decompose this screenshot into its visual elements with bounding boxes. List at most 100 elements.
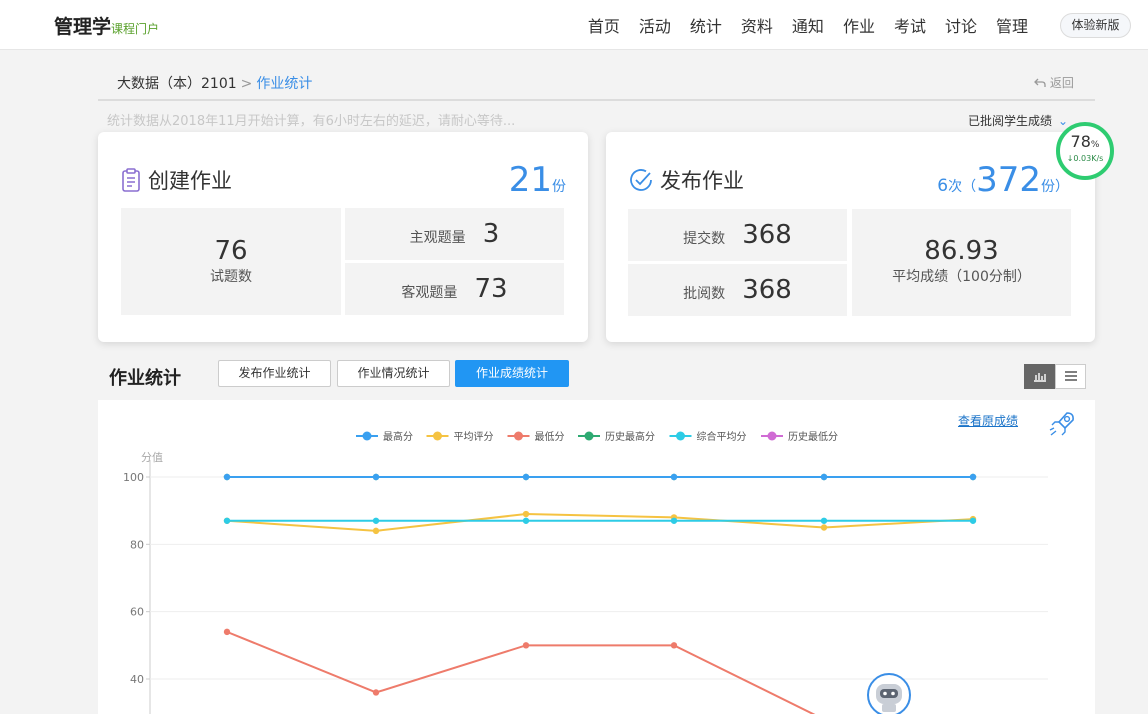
main-nav: 首页 活动 统计 资料 通知 作业 考试 讨论 管理 [588,13,1028,37]
legend-swatch-dot [676,431,685,441]
publish-homework-card: 发布作业 6次（372份） 提交数 368 批阅数 368 86.93 平均成绩… [606,132,1095,342]
stats-notice: 统计数据从2018年11月开始计算，有6小时左右的延迟，请耐心等待... [107,114,516,129]
legend-swatch-dot [362,431,372,441]
data-point [670,517,678,524]
legend-swatch-dot [433,431,442,441]
create-homework-label: 创建作业 [148,169,232,193]
y-tick-label: 40 [130,673,144,686]
top-navbar: 管理学课程门户 首页 活动 统计 资料 通知 作业 考试 讨论 管理 体验新版 [0,0,1148,50]
chart-panel: 分值 40 60 80 100 最高分 平均评分 最低分 历史最高分 综合平均分 历史最低分 [98,400,1095,714]
legend-entry: 平均评分 [454,431,494,443]
create-homework-count: 21份 [509,160,566,200]
data-point [223,517,231,524]
objective-cell: 客观题量 73 [345,263,564,315]
data-point [522,473,530,481]
create-count-number: 21 [508,160,552,200]
legend-entry: 最低分 [535,430,565,443]
data-point [522,642,530,649]
publish-times-number: 6 [937,176,949,196]
objective-number: 73 [474,274,508,304]
series-line [226,513,974,532]
average-score-number: 86.93 [924,236,999,266]
data-point [522,517,530,524]
logo-main: 管理学 [54,16,112,38]
rocket-icon[interactable] [1047,409,1077,439]
review-cell: 批阅数 368 [628,264,847,316]
nav-item-homework[interactable]: 作业 [843,13,875,37]
tab-situation-stats[interactable]: 作业情况统计 [337,360,450,387]
tab-score-stats[interactable]: 作业成绩统计 [455,360,569,387]
data-point [670,473,678,481]
review-label: 批阅数 [683,286,726,302]
breadcrumb-divider [98,99,1095,101]
data-point [372,517,380,524]
data-point [522,510,530,518]
clipboard-icon [122,168,140,192]
back-label: 返回 [1049,76,1074,90]
create-homework-card: 创建作业 21份 76 试题数 主观题量 3 客观题量 73 [98,132,588,342]
nav-item-discussion[interactable]: 讨论 [945,13,977,37]
legend-entry: 综合平均分 [697,430,747,443]
back-link[interactable]: 返回 [1034,74,1074,91]
data-point [820,517,828,524]
data-point [969,473,977,481]
legend-swatch-dot [584,431,594,441]
nav-item-manage[interactable]: 管理 [996,13,1028,37]
submit-cell: 提交数 368 [628,209,847,261]
nav-item-activity[interactable]: 活动 [639,13,671,37]
bar-chart-icon [1033,373,1046,382]
nav-item-statistics[interactable]: 统计 [690,13,722,37]
view-raw-scores-link[interactable]: 查看原成绩 [958,412,1018,429]
network-speed-widget[interactable]: 78% ↓0.03K/s [1056,122,1114,180]
series-line [226,630,816,714]
publish-homework-label: 发布作业 [660,169,744,193]
chevron-down-icon: ⌄ [1058,114,1069,128]
assistant-robot-icon[interactable] [866,672,912,714]
publish-count-unit: 份） [1041,179,1069,195]
site-logo[interactable]: 管理学课程门户 [54,12,159,39]
chart-view-button[interactable] [1024,364,1055,389]
back-arrow-icon [1034,78,1046,87]
list-view-button[interactable] [1055,364,1086,389]
breadcrumb: 大数据（本）2101 > 作业统计 [117,73,312,93]
speed-percent: 78% [1060,133,1110,154]
publish-count-number: 372 [976,160,1041,200]
y-axis-label: 分值 [141,451,163,464]
speed-percent-unit: % [1090,140,1100,150]
legend-swatch-dot [767,431,777,441]
question-total-number: 76 [214,236,248,266]
try-new-version-button[interactable]: 体验新版 [1060,13,1131,38]
submit-label: 提交数 [683,231,726,247]
tab-publish-stats[interactable]: 发布作业统计 [218,360,331,387]
graded-students-select[interactable]: 已批阅学生成绩 ⌄ [968,112,1068,129]
legend-entry: 历史最低分 [788,430,838,443]
y-tick-label: 80 [130,538,144,551]
data-point [372,527,380,535]
average-score-label: 平均成绩（100分制） [892,269,1031,285]
speed-rate: ↓0.03K/s [1066,154,1104,163]
create-count-unit: 份 [552,179,566,195]
check-circle-icon [630,169,652,191]
y-tick-label: 100 [123,471,144,484]
graded-select-label: 已批阅学生成绩 [968,114,1053,128]
legend-swatch-dot [514,431,523,441]
average-score-cell: 86.93 平均成绩（100分制） [852,209,1071,316]
review-number: 368 [742,275,792,305]
nav-item-exam[interactable]: 考试 [894,13,926,37]
nav-item-materials[interactable]: 资料 [741,13,773,37]
data-point [969,517,977,524]
legend-entry: 历史最高分 [605,430,655,443]
question-total-cell: 76 试题数 [121,208,341,315]
question-total-label: 试题数 [210,269,252,285]
data-point [372,473,380,481]
publish-homework-count: 6次（372份） [937,160,1069,200]
breadcrumb-course[interactable]: 大数据（本）2101 [117,76,237,92]
score-line-chart: 分值 40 60 80 100 最高分 平均评分 最低分 历史最高分 综合平均分 历史最低分 [123,430,1048,714]
create-homework-title: 创建作业 [120,165,232,195]
data-point [670,642,678,649]
nav-item-notice[interactable]: 通知 [792,13,824,37]
submit-number: 368 [742,220,792,250]
breadcrumb-separator: > [240,76,253,92]
data-point [223,473,231,481]
nav-item-home[interactable]: 首页 [588,13,620,37]
